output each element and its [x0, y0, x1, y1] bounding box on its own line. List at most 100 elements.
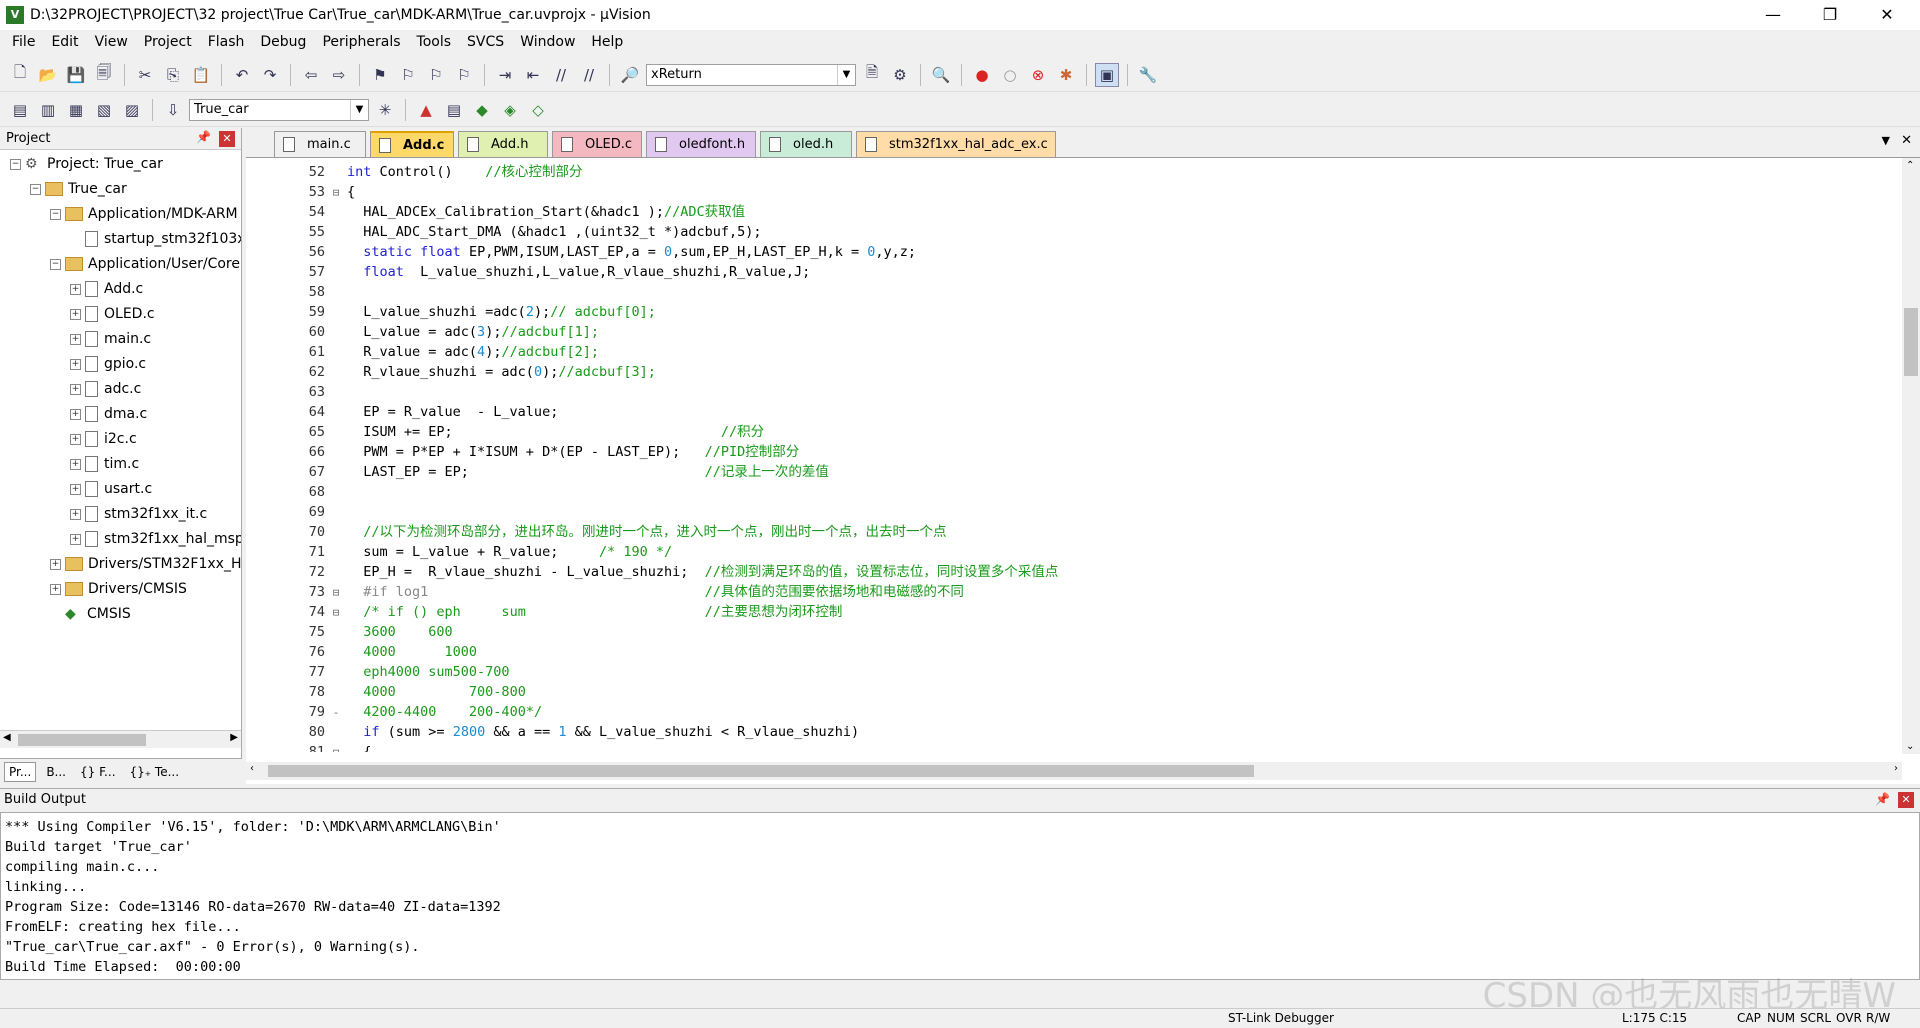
- expand-toggle-icon[interactable]: +: [70, 433, 81, 445]
- expand-toggle-icon[interactable]: +: [50, 558, 61, 570]
- navigate-back-icon[interactable]: ⇦: [299, 63, 323, 87]
- navigate-forward-icon[interactable]: ⇨: [327, 63, 351, 87]
- tree-item[interactable]: + Add.c: [70, 277, 143, 301]
- target-options-icon[interactable]: ✳: [373, 98, 397, 122]
- scroll-left-icon[interactable]: ◀: [3, 732, 11, 743]
- expand-toggle-icon[interactable]: −: [50, 208, 61, 220]
- fold-marker-icon[interactable]: ⊟: [325, 603, 347, 623]
- panel-tab[interactable]: B...: [42, 763, 70, 781]
- minimize-button[interactable]: —: [1744, 0, 1802, 30]
- start-debug-icon[interactable]: 🔍: [929, 63, 953, 87]
- menu-file[interactable]: File: [4, 34, 43, 50]
- tree-item[interactable]: + usart.c: [70, 477, 152, 501]
- close-icon[interactable]: ✕: [1898, 792, 1914, 808]
- expand-toggle-icon[interactable]: −: [10, 158, 21, 170]
- tree-item[interactable]: − ⚙ Project: True_car: [10, 152, 163, 176]
- file-tab[interactable]: oledfont.h: [646, 131, 756, 157]
- menu-window[interactable]: Window: [512, 34, 583, 50]
- menu-edit[interactable]: Edit: [43, 34, 86, 50]
- manage-project-items-icon[interactable]: ▲: [414, 98, 438, 122]
- unindent-icon[interactable]: ⇤: [521, 63, 545, 87]
- pack-installer-icon[interactable]: ◇: [526, 98, 550, 122]
- editor-hscrollbar[interactable]: ‹ ›: [246, 762, 1902, 780]
- file-tab[interactable]: oled.h: [760, 131, 852, 157]
- file-tab[interactable]: main.c: [274, 131, 366, 157]
- tree-item[interactable]: + Drivers/CMSIS: [50, 577, 187, 601]
- rebuild-icon[interactable]: ▦: [64, 98, 88, 122]
- new-file-icon[interactable]: 🗋: [8, 63, 32, 87]
- expand-toggle-icon[interactable]: +: [70, 333, 81, 345]
- expand-toggle-icon[interactable]: +: [70, 308, 81, 320]
- tree-item[interactable]: + gpio.c: [70, 352, 146, 376]
- uncomment-icon[interactable]: //: [577, 63, 601, 87]
- find-combo[interactable]: xReturn ▼: [646, 63, 856, 86]
- menu-view[interactable]: View: [87, 34, 136, 50]
- tree-item[interactable]: startup_stm32f103xb.s: [70, 227, 241, 251]
- paste-icon[interactable]: 📋: [189, 63, 213, 87]
- panel-tab[interactable]: {}₊ Te...: [126, 763, 184, 781]
- tree-item[interactable]: − Application/MDK-ARM: [50, 202, 238, 226]
- file-tab[interactable]: OLED.c: [552, 131, 642, 157]
- redo-icon[interactable]: ↷: [258, 63, 282, 87]
- configure-icon[interactable]: 🔧: [1136, 63, 1160, 87]
- batch-build-icon[interactable]: ▧: [92, 98, 116, 122]
- copy-icon[interactable]: ⎘: [161, 63, 185, 87]
- translate-icon[interactable]: ▤: [8, 98, 32, 122]
- expand-toggle-icon[interactable]: +: [70, 283, 81, 295]
- open-file-icon[interactable]: 📂: [36, 63, 60, 87]
- menu-svcs[interactable]: SVCS: [459, 34, 512, 50]
- build-output-pane[interactable]: *** Using Compiler 'V6.15', folder: 'D:\…: [0, 812, 1920, 980]
- fold-marker-icon[interactable]: ⊟: [325, 183, 347, 203]
- close-tab-icon[interactable]: ✕: [1901, 133, 1912, 148]
- scrollbar-thumb[interactable]: [18, 734, 146, 746]
- pin-icon[interactable]: 📌: [1875, 792, 1890, 806]
- tree-item[interactable]: ◆ CMSIS: [50, 602, 131, 626]
- expand-toggle-icon[interactable]: −: [50, 258, 61, 270]
- download-icon[interactable]: ⇩: [161, 98, 185, 122]
- tree-item[interactable]: − True_car: [30, 177, 127, 201]
- manage-multi-project-icon[interactable]: ▤: [442, 98, 466, 122]
- stop-build-icon[interactable]: ▨: [120, 98, 144, 122]
- expand-toggle-icon[interactable]: +: [70, 358, 81, 370]
- tree-item[interactable]: + tim.c: [70, 452, 139, 476]
- bookmark-prev-icon[interactable]: ⚐: [396, 63, 420, 87]
- window-layout-icon[interactable]: ▣: [1095, 62, 1119, 87]
- scroll-down-icon[interactable]: ⌄: [1906, 741, 1914, 752]
- tree-item[interactable]: + i2c.c: [70, 427, 137, 451]
- expand-toggle-icon[interactable]: +: [70, 483, 81, 495]
- project-hscrollbar[interactable]: ◀ ▶: [0, 730, 241, 748]
- target-combo[interactable]: True_car ▼: [189, 98, 369, 121]
- menu-peripherals[interactable]: Peripherals: [314, 34, 408, 50]
- scroll-up-icon[interactable]: ⌃: [1906, 160, 1914, 171]
- file-tab[interactable]: Add.c: [370, 131, 454, 157]
- cut-icon[interactable]: ✂: [133, 63, 157, 87]
- bookmark-clear-icon[interactable]: ⚐: [452, 63, 476, 87]
- debug-settings-icon[interactable]: ⚙: [888, 63, 912, 87]
- save-icon[interactable]: 💾: [64, 63, 88, 87]
- fold-marker-icon[interactable]: ⊟: [325, 583, 347, 603]
- panel-tab[interactable]: {} F...: [76, 763, 120, 781]
- scroll-right-icon[interactable]: ▶: [230, 732, 238, 743]
- editor-vscrollbar[interactable]: ⌃ ⌄: [1902, 158, 1920, 754]
- build-icon[interactable]: ▥: [36, 98, 60, 122]
- tree-item[interactable]: + OLED.c: [70, 302, 155, 326]
- scrollbar-thumb[interactable]: [1904, 308, 1918, 376]
- fold-marker-icon[interactable]: ⊟: [325, 743, 347, 752]
- expand-toggle-icon[interactable]: −: [30, 183, 41, 195]
- expand-toggle-icon[interactable]: +: [70, 458, 81, 470]
- save-all-icon[interactable]: 🗐: [92, 63, 116, 87]
- expand-toggle-icon[interactable]: +: [70, 408, 81, 420]
- tree-item[interactable]: + Drivers/STM32F1xx_HAL_Driver: [50, 552, 241, 576]
- bookmark-next-icon[interactable]: ⚐: [424, 63, 448, 87]
- indent-icon[interactable]: ⇥: [493, 63, 517, 87]
- tree-item[interactable]: + adc.c: [70, 377, 141, 401]
- fold-marker-icon[interactable]: -: [325, 703, 347, 723]
- select-software-packs-icon[interactable]: ◈: [498, 98, 522, 122]
- enable-breakpoint-icon[interactable]: ○: [998, 63, 1022, 87]
- menu-flash[interactable]: Flash: [200, 34, 253, 50]
- expand-toggle-icon[interactable]: +: [70, 508, 81, 520]
- find-in-files-icon[interactable]: 🔎: [618, 63, 642, 87]
- expand-toggle-icon[interactable]: +: [70, 383, 81, 395]
- menu-help[interactable]: Help: [583, 34, 631, 50]
- maximize-button[interactable]: ❐: [1801, 0, 1859, 30]
